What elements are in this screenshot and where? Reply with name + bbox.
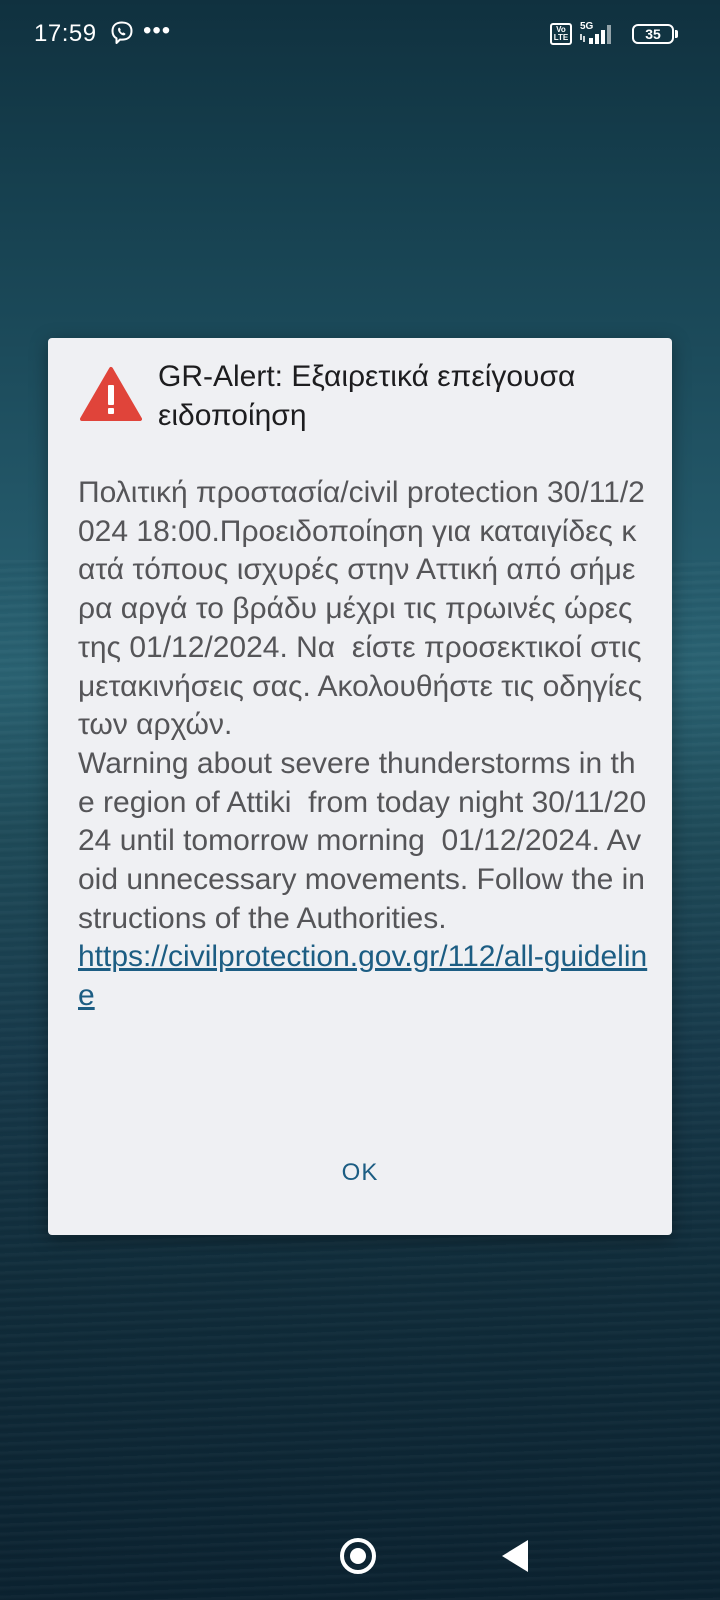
viber-icon	[111, 21, 133, 44]
ok-button[interactable]: OK	[310, 1148, 410, 1198]
dialog-message: Πολιτική προστασία/civil protection 30/1…	[78, 474, 650, 1016]
emergency-alert-dialog: GR-Alert: Εξαιρετικά επείγουσα ειδοποίησ…	[48, 338, 672, 1235]
dialog-title: GR-Alert: Εξαιρετικά επείγουσα ειδοποίησ…	[158, 360, 576, 432]
status-bar: 17:59 ••• Vo LTE 5G 35	[0, 0, 720, 72]
battery-level: 35	[645, 26, 661, 42]
signal-strength-icon	[580, 25, 611, 44]
home-button[interactable]	[340, 1538, 376, 1574]
guideline-link[interactable]: https://civilprotection.gov.gr/112/all-g…	[78, 940, 647, 1012]
more-icon: •••	[143, 17, 172, 44]
warning-triangle-icon	[80, 367, 142, 421]
volte-icon: Vo LTE	[550, 23, 572, 45]
back-button[interactable]	[502, 1540, 528, 1572]
battery-icon: 35	[632, 24, 678, 44]
status-time: 17:59	[34, 20, 97, 47]
message-text: Πολιτική προστασία/civil protection 30/1…	[78, 476, 647, 935]
